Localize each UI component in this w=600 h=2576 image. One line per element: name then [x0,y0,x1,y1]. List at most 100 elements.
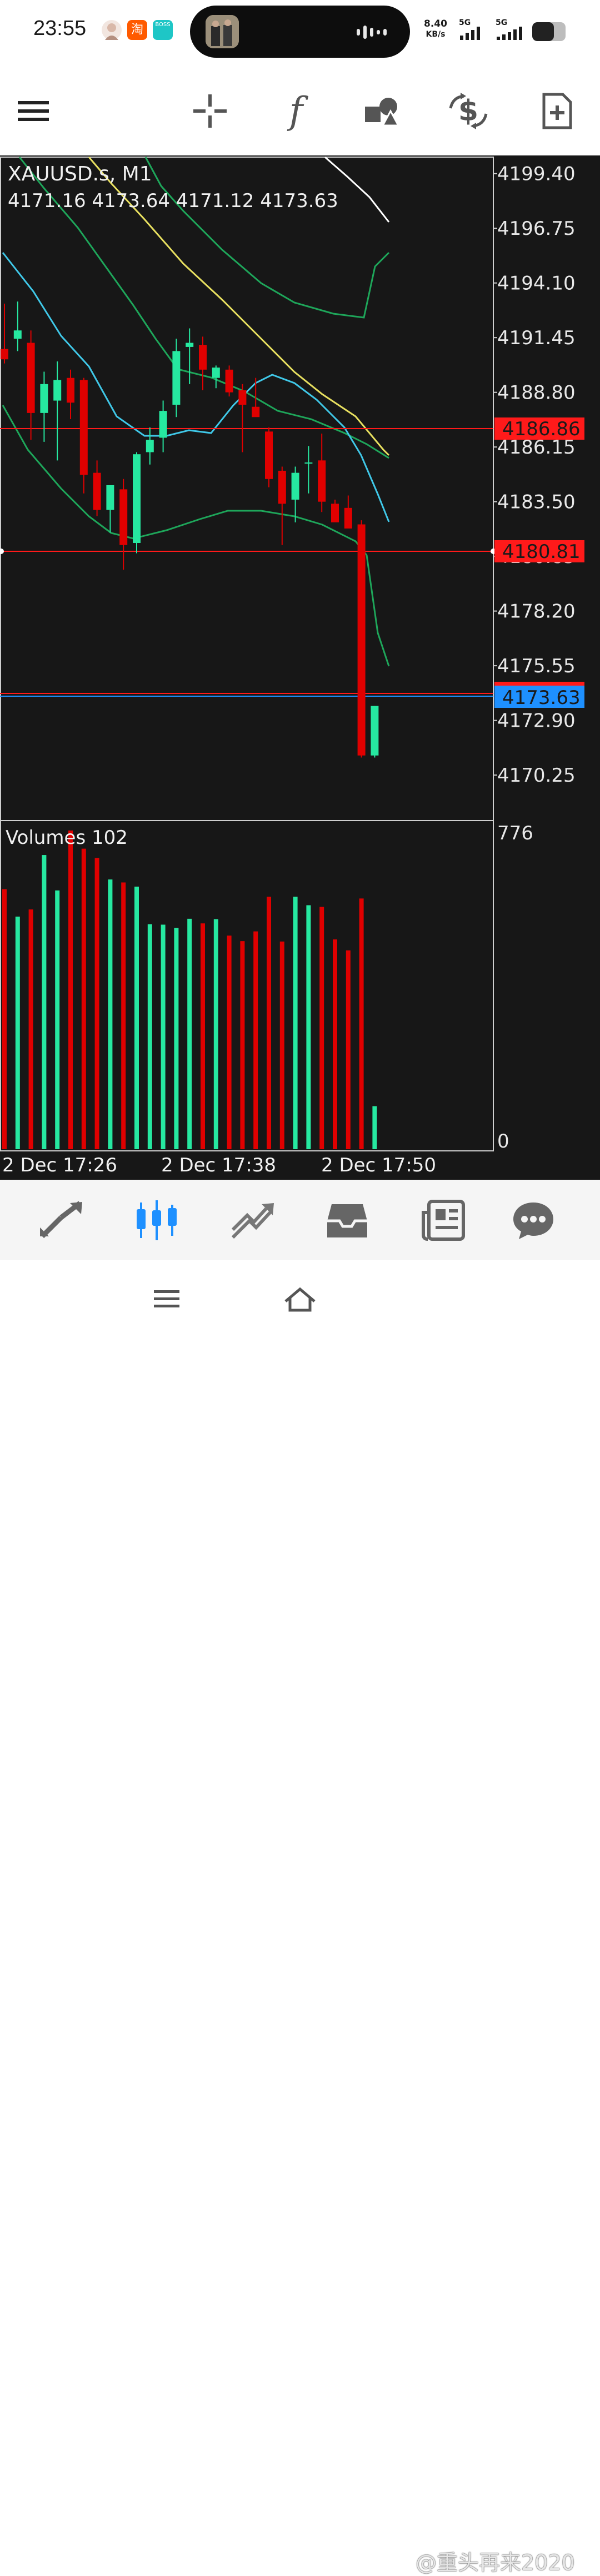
volume-bar [2,889,7,1149]
templates-button[interactable] [532,86,582,136]
indicators-button[interactable]: f [271,86,321,136]
candle-bear[interactable] [252,406,260,417]
sim2-label: 5G [496,18,508,27]
nav-history[interactable] [319,1194,375,1246]
level-top-price: 4186.86 [502,418,581,440]
chart-area[interactable]: XAUUSD.s, M1 4171.16 4173.64 4171.12 417… [0,155,600,1180]
volume-bar [147,924,152,1149]
taobao-app-icon: 淘 [127,20,147,40]
volume-bar [28,909,33,1149]
band-lower-line [2,405,390,667]
menu-button[interactable] [8,86,58,136]
volume-bar [201,923,205,1149]
volume-bar [346,950,351,1149]
quotes-icon [40,1200,82,1238]
price-axis-label: 4188.80 [497,382,576,404]
candle-bear[interactable] [278,470,286,504]
network-speed: 8.40 KB/s [424,19,447,40]
price-axis-label: 4175.55 [497,655,576,677]
ohlc-label: 4171.16 4173.64 4171.12 4173.63 [8,190,338,212]
volume-bar [372,1106,377,1149]
price-axis-label: 4199.40 [497,163,576,185]
volume-bar [161,924,166,1149]
candle-bear[interactable] [225,369,233,393]
candle-bear[interactable] [318,460,326,502]
candle-bear[interactable] [119,489,128,545]
symbol-label: XAUUSD.s, M1 [8,163,152,185]
candle-bull[interactable] [40,384,48,413]
objects-icon [365,98,400,127]
volume-bar [174,928,179,1149]
home-button[interactable] [281,1282,319,1316]
candle-bear[interactable] [265,431,273,479]
chart-icon [137,1200,177,1240]
bid-price: 4173.63 [502,687,581,709]
candle-bear[interactable] [357,524,366,756]
price-axis-label: 4183.50 [497,491,576,514]
candle-bull[interactable] [186,343,194,347]
ask-tag [494,682,584,686]
candle-bear[interactable] [238,390,247,405]
volume-panel-border [0,820,494,1151]
volume-bar [240,941,245,1149]
volume-bar [55,890,60,1149]
candle-bull[interactable] [13,330,22,339]
crosshair-button[interactable] [185,86,235,136]
volumes-label: Volumes 102 [6,827,128,849]
nav-quotes[interactable] [33,1194,89,1246]
candle-bear[interactable] [67,378,74,403]
candle-bear[interactable] [27,343,35,413]
candle-bear[interactable] [1,349,8,360]
price-chart[interactable]: XAUUSD.s, M1 4171.16 4173.64 4171.12 417… [0,155,600,1180]
price-axis-label: 4172.90 [497,710,576,732]
nav-messages[interactable] [506,1194,561,1246]
sim1-label: 5G [459,18,471,27]
price-axis-label: 4178.20 [497,601,576,623]
volume-bar [94,858,99,1149]
objects-button[interactable] [357,86,407,136]
history-icon [327,1204,367,1237]
signal-sim1-icon: 5G [459,19,483,42]
level-handle-left[interactable] [0,549,4,554]
nav-chart[interactable] [129,1194,184,1246]
time-label-2: 2 Dec 17:38 [161,1154,276,1176]
indicators-icon: f [289,89,303,132]
candle-bear[interactable] [93,472,101,510]
volume-bar [293,897,298,1149]
price-axis-label: 4194.10 [497,273,576,295]
candle-bull[interactable] [291,472,299,500]
candle-bull[interactable] [304,462,313,464]
candle-bear[interactable] [79,380,88,475]
templates-icon [542,93,572,129]
trade-button[interactable]: $ [443,86,493,136]
time-label-1: 2 Dec 17:26 [2,1154,117,1176]
candle-bear[interactable] [344,507,352,529]
candle-bull[interactable] [53,380,62,401]
boss-label: BOSS [155,22,171,28]
volume-max-label: 776 [497,822,533,844]
price-axis-label: 4196.75 [497,218,576,240]
volume-bar [108,879,113,1149]
network-speed-unit: KB/s [426,30,446,39]
battery-fill [532,22,554,41]
volume-bar [134,887,139,1149]
candle-bull[interactable] [212,368,220,378]
nav-trade[interactable] [225,1194,281,1246]
candle-bull[interactable] [146,440,154,452]
volumes-group [2,830,377,1149]
boss-app-icon: BOSS [153,20,173,40]
candle-bear[interactable] [331,504,339,522]
nav-news[interactable] [416,1194,471,1246]
dynamic-island[interactable] [190,6,410,58]
candle-bear[interactable] [199,345,207,370]
audio-wave-icon [356,24,389,42]
candle-bull[interactable] [172,351,181,405]
recent-apps-button[interactable] [147,1282,186,1316]
candle-bull[interactable] [133,454,141,543]
candle-bull[interactable] [371,706,379,756]
candle-bull[interactable] [106,485,114,510]
volume-bar [15,917,20,1149]
watermark: @重头再来2020 [416,2550,575,2575]
candle-bull[interactable] [159,411,167,438]
svg-text:$: $ [458,94,478,128]
